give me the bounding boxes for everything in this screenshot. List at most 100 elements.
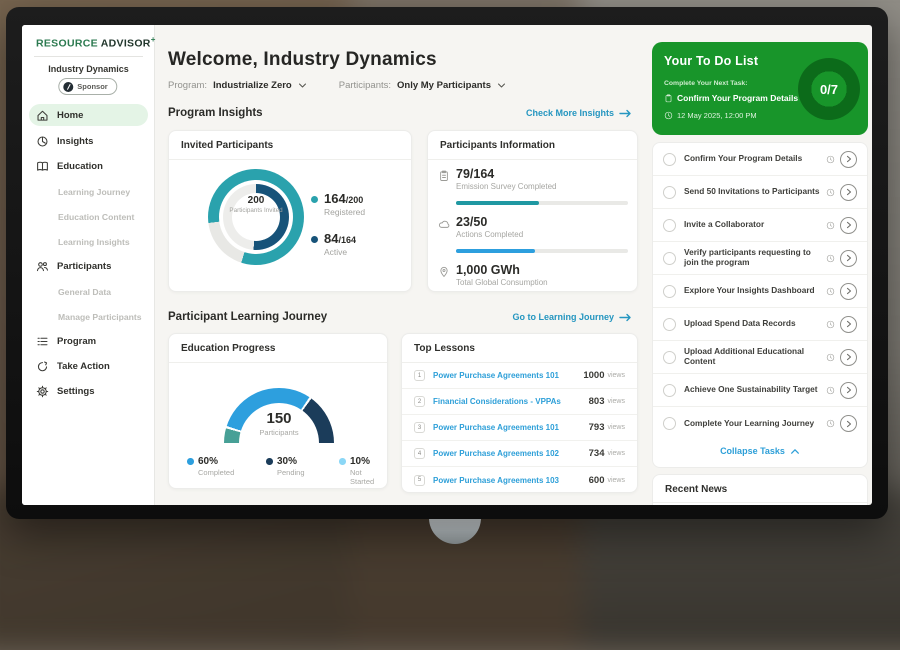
recent-news-card: Recent News (652, 474, 868, 505)
lesson-link[interactable]: Power Purchase Agreements 102 (433, 449, 589, 458)
page-title: Welcome, Industry Dynamics (168, 49, 437, 71)
task-open-button[interactable] (840, 217, 857, 234)
lesson-link[interactable]: Power Purchase Agreements 101 (433, 423, 589, 432)
lesson-views: 793 (589, 422, 605, 433)
task-row[interactable]: Explore Your Insights Dashboard (653, 275, 867, 308)
invited-participants-card: Invited Participants 200 Participants In… (168, 130, 412, 292)
lesson-link[interactable]: Power Purchase Agreements 103 (433, 476, 589, 485)
task-checkbox[interactable] (663, 153, 676, 166)
go-to-learning-journey-link[interactable]: Go to Learning Journey (512, 312, 632, 322)
legend-not-started: 10% Not Started (339, 456, 387, 486)
consumption-label: Total Global Consumption (456, 278, 548, 287)
lesson-link[interactable]: Financial Considerations - VPPAs (433, 397, 589, 406)
invited-participants-donut: 200 Participants Invited (208, 169, 304, 265)
chevron-up-icon (790, 448, 800, 455)
check-more-insights-label: Check More Insights (526, 108, 614, 118)
chevron-right-icon (846, 386, 852, 394)
collapse-tasks-label: Collapse Tasks (720, 446, 785, 456)
resource-advisor-logo: RESOURCE ADVISOR+ (36, 35, 156, 50)
sidebar-nav: Home Insights Education Learning Journey… (22, 104, 155, 404)
task-open-button[interactable] (840, 151, 857, 168)
lesson-rank: 5 (414, 475, 425, 486)
clock-icon (826, 386, 835, 395)
sidebar-item-label: Manage Participants (58, 312, 142, 322)
learning-journey-heading: Participant Learning Journey (168, 311, 327, 323)
lesson-row: 2 Financial Considerations - VPPAs 803 v… (402, 389, 637, 415)
registered-total: /200 (346, 195, 364, 205)
clock-icon (826, 287, 835, 296)
task-row[interactable]: Send 50 Invitations to Participants (653, 176, 867, 209)
sidebar-item-program[interactable]: Program (22, 329, 155, 354)
sidebar-item-label: Education (57, 161, 103, 172)
chevron-down-icon[interactable] (298, 81, 307, 90)
task-row[interactable]: Achieve One Sustainability Target (653, 374, 867, 407)
collapse-tasks-link[interactable]: Collapse Tasks (653, 446, 867, 456)
consumption-value: 1,000 GWh (456, 263, 548, 277)
task-checkbox[interactable] (663, 351, 676, 364)
lesson-views: 734 (589, 448, 605, 459)
task-row[interactable]: Upload Additional Educational Content (653, 341, 867, 374)
active-value: 84 (324, 231, 338, 246)
actions-completed-label: Actions Completed (456, 230, 523, 239)
sidebar-item-insights[interactable]: Insights (22, 129, 155, 154)
sponsor-badge-label: Sponsor (77, 82, 107, 91)
sidebar-item-label: Education Content (58, 212, 134, 222)
task-checkbox[interactable] (663, 417, 676, 430)
task-row[interactable]: Complete Your Learning Journey (653, 407, 867, 440)
sidebar-item-education[interactable]: Education (22, 154, 155, 179)
legend-dot (266, 458, 273, 465)
sidebar-item-participants[interactable]: Participants (22, 254, 155, 279)
logo-plus: + (151, 35, 156, 44)
task-open-button[interactable] (840, 283, 857, 300)
chevron-down-icon[interactable] (497, 81, 506, 90)
participants-filter-value[interactable]: Only My Participants (397, 80, 491, 91)
task-open-button[interactable] (840, 382, 857, 399)
take-action-icon (36, 360, 49, 373)
task-label: Upload Additional Educational Content (684, 347, 821, 366)
sidebar-item-settings[interactable]: Settings (22, 379, 155, 404)
task-label: Upload Spend Data Records (684, 319, 821, 329)
sidebar-item-home[interactable]: Home (29, 104, 148, 126)
donut-center-value: 200 (226, 195, 286, 206)
task-open-button[interactable] (840, 415, 857, 432)
home-icon (36, 109, 49, 122)
task-open-button[interactable] (840, 316, 857, 333)
sidebar-item-education-content[interactable]: Education Content (22, 204, 155, 229)
sidebar-item-learning-insights[interactable]: Learning Insights (22, 229, 155, 254)
sidebar-item-take-action[interactable]: Take Action (22, 354, 155, 379)
gear-icon (36, 385, 49, 398)
views-suffix: views (607, 477, 625, 484)
task-open-button[interactable] (840, 184, 857, 201)
arrow-right-icon (619, 109, 632, 118)
book-icon (36, 160, 49, 173)
sidebar-item-general-data[interactable]: General Data (22, 279, 155, 304)
legend-active: 84/164 Active (311, 231, 356, 257)
task-checkbox[interactable] (663, 252, 676, 265)
clock-icon (664, 111, 673, 120)
lesson-rank: 2 (414, 396, 425, 407)
lesson-rank: 1 (414, 370, 425, 381)
actions-completed-value: 23/50 (456, 215, 523, 229)
clock-icon (826, 221, 835, 230)
clock-icon (826, 353, 835, 362)
task-row[interactable]: Invite a Collaborator (653, 209, 867, 242)
sidebar-item-manage-participants[interactable]: Manage Participants (22, 304, 155, 329)
task-checkbox[interactable] (663, 285, 676, 298)
task-checkbox[interactable] (663, 318, 676, 331)
task-label: Explore Your Insights Dashboard (684, 286, 821, 296)
sidebar-item-learning-journey[interactable]: Learning Journey (22, 179, 155, 204)
cloud-icon (438, 218, 450, 230)
task-row[interactable]: Upload Spend Data Records (653, 308, 867, 341)
task-open-button[interactable] (840, 349, 857, 366)
task-checkbox[interactable] (663, 219, 676, 232)
check-more-insights-link[interactable]: Check More Insights (526, 108, 632, 118)
task-open-button[interactable] (840, 250, 857, 267)
task-row[interactable]: Verify participants requesting to join t… (653, 242, 867, 275)
task-row[interactable]: Confirm Your Program Details (653, 143, 867, 176)
program-filter-value[interactable]: Industrialize Zero (213, 80, 292, 91)
gauge-center-label: 150 Participants (229, 410, 329, 437)
active-total: /164 (338, 235, 356, 245)
task-checkbox[interactable] (663, 384, 676, 397)
task-checkbox[interactable] (663, 186, 676, 199)
lesson-link[interactable]: Power Purchase Agreements 101 (433, 371, 583, 380)
